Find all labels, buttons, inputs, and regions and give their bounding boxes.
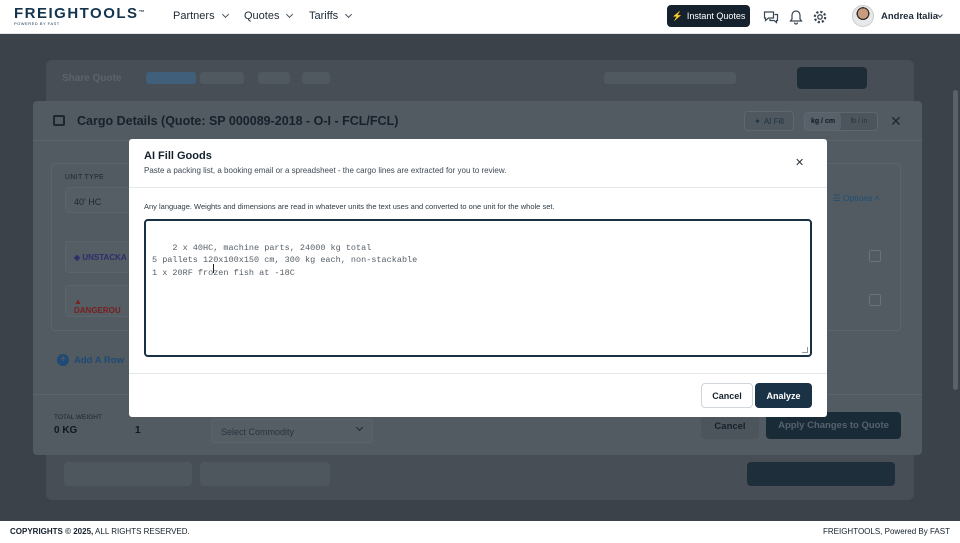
plus-icon: + — [57, 354, 69, 366]
unit-imperial-option[interactable]: lb / in — [841, 113, 877, 130]
cargo-title: Cargo Details (Quote: SP 000089-2018 - O… — [77, 114, 399, 128]
nav-quotes[interactable]: Quotes — [244, 10, 294, 22]
footer-powered: Powered By FAST — [882, 527, 950, 536]
user-name[interactable]: Andrea Italia — [881, 11, 938, 22]
chevron-down-icon — [286, 10, 294, 19]
textarea-placeholder: 2 x 40HC, machine parts, 24000 kg total … — [152, 242, 418, 278]
unstackable-label: UNSTACKA — [82, 253, 127, 262]
avatar[interactable] — [852, 5, 874, 27]
add-row-button[interactable]: + Add A Row — [57, 354, 124, 366]
options-label: Options — [842, 193, 873, 203]
chevron-down-icon — [221, 10, 229, 19]
quote-ref-pill — [604, 72, 736, 84]
page-scrollbar[interactable] — [953, 90, 958, 390]
nav-quotes-label: Quotes — [244, 10, 280, 22]
footer-brand: FREIGHTOOLS, — [822, 527, 883, 536]
unit-type-label: UNIT TYPE — [65, 174, 105, 181]
copyright-text: COPYRIGHTS © 2025, ALL RIGHTS RESERVED. — [10, 527, 190, 536]
divider — [129, 373, 827, 374]
page-footer: COPYRIGHTS © 2025, ALL RIGHTS RESERVED. … — [0, 521, 960, 543]
sparkle-icon: ✦ — [754, 116, 761, 126]
commodity-placeholder: Select Commodity — [221, 427, 295, 437]
nav-partners[interactable]: Partners — [173, 10, 229, 22]
instant-quotes-button[interactable]: ⚡ Instant Quotes — [667, 5, 750, 27]
copyright-rest: ALL RIGHTS RESERVED. — [93, 527, 190, 536]
goods-textarea[interactable]: 2 x 40HC, machine parts, 24000 kg total … — [144, 219, 812, 357]
unit-type-select[interactable]: 40' HC — [65, 187, 135, 213]
dangerous-badge: ▲ DANGEROU — [65, 285, 130, 317]
ai-fill-goods-modal: AI Fill Goods Paste a packing list, a bo… — [129, 139, 827, 417]
logo-tm: ™ — [138, 10, 145, 16]
modal-subtitle: Paste a packing list, a booking email or… — [144, 166, 507, 175]
options-toggle[interactable]: ☰ Options ˄ — [833, 193, 880, 204]
modal-title: AI Fill Goods — [144, 150, 212, 162]
nav-tariffs[interactable]: Tariffs — [309, 10, 353, 22]
send-quote-button[interactable] — [797, 67, 867, 89]
instant-quotes-label: Instant Quotes — [686, 11, 746, 21]
ai-fill-button[interactable]: ✦ AI Fill — [744, 111, 794, 131]
total-weight-value: 0 KG — [54, 425, 78, 436]
bell-icon[interactable] — [788, 9, 804, 25]
meta-pill — [258, 72, 290, 84]
copyright-prefix: COPYRIGHTS © 2025, — [10, 527, 94, 536]
meta-pill — [302, 72, 330, 84]
resize-handle[interactable] — [802, 347, 808, 353]
send-email-button[interactable] — [747, 462, 895, 486]
text-cursor-icon — [213, 264, 218, 273]
unit-metric-option[interactable]: kg / cm — [805, 113, 841, 130]
divider — [129, 187, 827, 188]
dangerous-checkbox[interactable] — [869, 294, 881, 306]
lightning-icon: ⚡ — [671, 10, 683, 21]
unstackable-checkbox[interactable] — [869, 250, 881, 262]
download-selling-proforma-button[interactable] — [64, 462, 192, 486]
top-navbar: FREIGHTOOLS™ POWERED BY FAST Partners Qu… — [0, 0, 960, 34]
unit-toggle: kg / cm lb / in — [804, 112, 878, 131]
chat-icon[interactable] — [763, 9, 779, 25]
cargo-icon — [53, 115, 65, 126]
nav-partners-label: Partners — [173, 10, 215, 22]
meta-pill — [200, 72, 244, 84]
cancel-button[interactable]: Cancel — [701, 383, 753, 408]
share-quote-title: Share Quote — [62, 73, 122, 84]
ai-fill-label: AI Fill — [763, 116, 784, 126]
total-weight-label: TOTAL WEIGHT — [54, 414, 102, 421]
status-pill — [146, 72, 196, 84]
close-icon[interactable]: ✕ — [795, 156, 804, 169]
logo-wordmark: FREIGHTOOLS — [14, 5, 139, 22]
chevron-down-icon — [355, 423, 364, 432]
total-quantity-value: 1 — [135, 425, 141, 436]
gear-icon[interactable] — [812, 9, 828, 25]
unstackable-badge: ◈ UNSTACKA — [65, 241, 130, 273]
chevron-down-icon — [345, 10, 353, 19]
nav-tariffs-label: Tariffs — [309, 10, 339, 22]
warning-icon: ▲ — [74, 297, 82, 306]
download-buying-proforma-button[interactable] — [200, 462, 330, 486]
add-row-label: Add A Row — [74, 354, 124, 366]
freightools-logo[interactable]: FREIGHTOOLS™ POWERED BY FAST — [14, 6, 145, 26]
commodity-select[interactable]: Select Commodity — [211, 419, 373, 443]
analyze-button[interactable]: Analyze — [755, 383, 812, 408]
close-icon[interactable]: ✕ — [890, 113, 902, 130]
modal-hint: Any language. Weights and dimensions are… — [144, 202, 555, 211]
powered-by-text: FREIGHTOOLS, Powered By FAST — [823, 527, 950, 536]
dangerous-label: DANGEROU — [74, 306, 121, 315]
